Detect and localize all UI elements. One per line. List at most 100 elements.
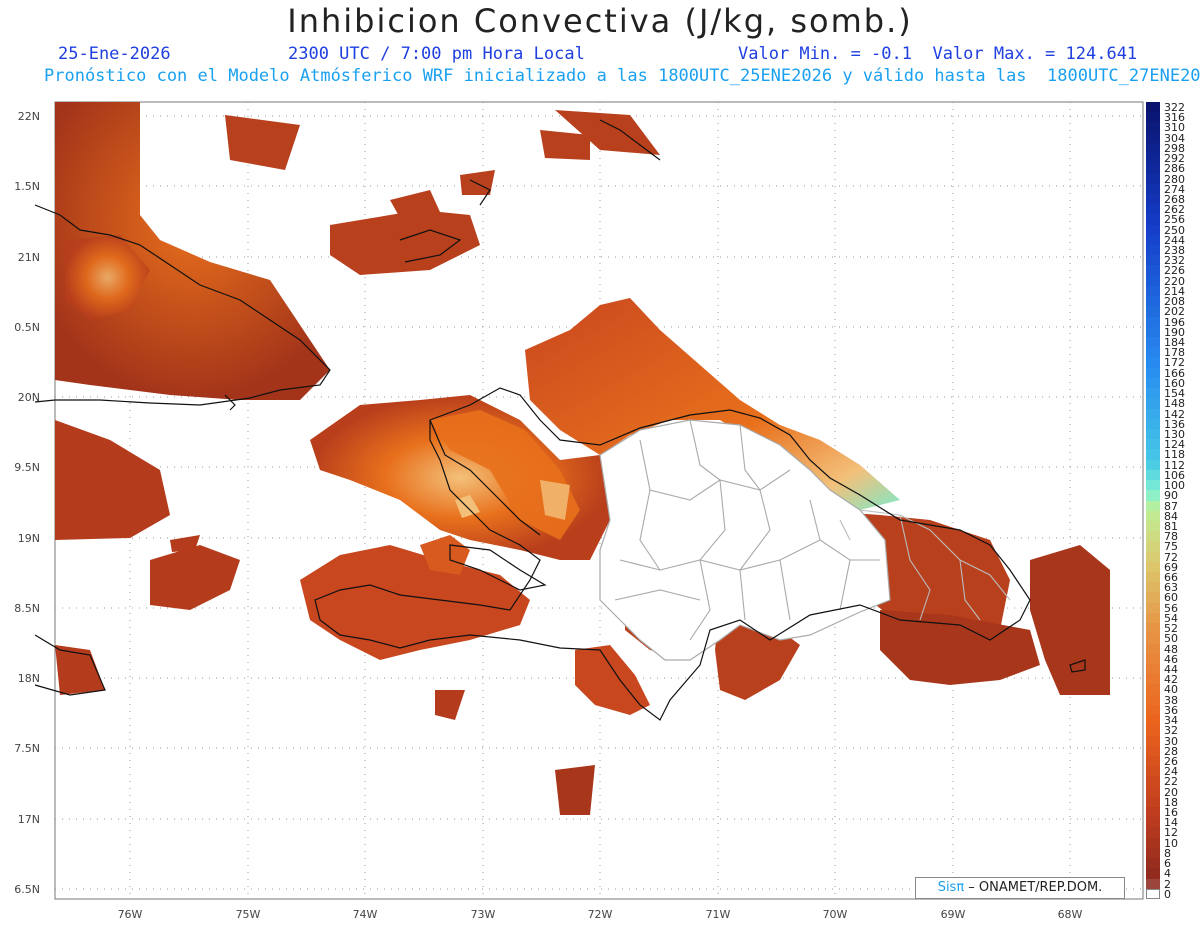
lon-label: 71W <box>705 908 731 921</box>
lat-label: 7.5N <box>14 742 40 755</box>
colorbar-swatch <box>1146 878 1160 890</box>
colorbar-swatch <box>1146 725 1160 736</box>
colorbar-swatch <box>1146 214 1160 226</box>
colorbar-swatch <box>1146 132 1160 144</box>
lat-label: 8.5N <box>14 602 40 615</box>
colorbar-swatch <box>1146 602 1160 614</box>
colorbar-swatch <box>1146 888 1160 900</box>
colorbar-swatch <box>1146 337 1160 348</box>
colorbar-swatch <box>1146 296 1160 307</box>
colorbar-swatch <box>1146 388 1160 399</box>
colorbar-swatch <box>1146 623 1160 634</box>
colorbar-swatch <box>1146 572 1160 583</box>
colorbar-swatch <box>1146 561 1160 573</box>
colorbar-swatch <box>1146 612 1160 624</box>
colorbar-swatch <box>1146 357 1160 369</box>
colorbar-swatch <box>1146 786 1160 798</box>
lon-label: 70W <box>822 908 848 921</box>
lon-label: 68W <box>1057 908 1083 921</box>
colorbar-swatch <box>1146 193 1160 205</box>
colorbar-swatch <box>1146 827 1160 839</box>
colorbar-swatch <box>1146 122 1160 134</box>
colorbar-swatch <box>1146 694 1160 706</box>
colorbar-swatch <box>1146 735 1160 747</box>
colorbar-swatch <box>1146 173 1160 185</box>
colorbar-swatch <box>1146 674 1160 685</box>
lat-label: 1.5N <box>14 180 40 193</box>
credit-brand: Sisπ <box>937 880 965 895</box>
colorbar-swatch <box>1146 500 1160 512</box>
lon-label: 75W <box>235 908 261 921</box>
colorbar-swatch <box>1146 592 1160 604</box>
colorbar-swatch <box>1146 449 1160 461</box>
colorbar-swatch <box>1146 204 1160 215</box>
colorbar-swatch <box>1146 704 1160 716</box>
colorbar-label: 0 <box>1164 887 1171 901</box>
colorbar-swatch <box>1146 377 1160 389</box>
colorbar-swatch <box>1146 265 1160 277</box>
colorbar-swatch <box>1146 245 1160 256</box>
lat-label: 6.5N <box>14 883 40 896</box>
colorbar-swatch <box>1146 837 1160 849</box>
lon-label: 74W <box>352 908 378 921</box>
cin-field <box>55 102 1110 815</box>
lat-label: 17N <box>17 813 40 826</box>
lon-label: 72W <box>587 908 613 921</box>
colorbar-swatch <box>1146 183 1160 195</box>
lon-label: 73W <box>470 908 496 921</box>
lat-label: 21N <box>17 251 40 264</box>
colorbar-swatch <box>1146 439 1160 450</box>
colorbar-swatch <box>1146 520 1160 532</box>
colorbar-swatch <box>1146 551 1160 563</box>
colorbar-swatch <box>1146 510 1160 522</box>
colorbar-swatch <box>1146 255 1160 266</box>
lat-label: 9.5N <box>14 461 40 474</box>
colorbar-swatch <box>1146 153 1160 164</box>
colorbar-swatch <box>1146 285 1160 297</box>
colorbar-swatch <box>1146 817 1160 828</box>
colorbar-swatch <box>1146 142 1160 154</box>
colorbar-swatch <box>1146 459 1160 471</box>
colorbar-swatch <box>1146 367 1160 379</box>
colorbar-swatch <box>1146 224 1160 236</box>
colorbar-swatch <box>1146 316 1160 328</box>
colorbar-swatch <box>1146 653 1160 665</box>
lon-label: 69W <box>940 908 966 921</box>
map-canvas <box>34 101 1144 900</box>
colorbar-swatch <box>1146 582 1160 593</box>
colorbar-swatch <box>1146 796 1160 808</box>
colorbar-swatch <box>1146 858 1160 869</box>
colorbar-swatch <box>1146 776 1160 788</box>
colorbar-swatch <box>1146 755 1160 767</box>
colorbar-swatch <box>1146 766 1160 777</box>
colorbar-swatch <box>1146 112 1160 123</box>
colorbar-swatch <box>1146 663 1160 675</box>
colorbar-swatch <box>1146 480 1160 491</box>
credit-text: – ONAMET/REP.DOM. <box>964 880 1103 895</box>
lat-label: 0.5N <box>14 321 40 334</box>
colorbar <box>1146 102 1160 900</box>
colorbar-swatch <box>1146 745 1160 757</box>
colorbar-swatch <box>1146 275 1160 287</box>
lat-label: 22N <box>17 110 40 123</box>
credit-box: Sisπ – ONAMET/REP.DOM. <box>915 877 1125 899</box>
colorbar-swatch <box>1146 633 1160 645</box>
colorbar-swatch <box>1146 541 1160 553</box>
colorbar-swatch <box>1146 531 1160 542</box>
colorbar-swatch <box>1146 234 1160 246</box>
lat-label: 18N <box>17 672 40 685</box>
colorbar-swatch <box>1146 715 1160 726</box>
colorbar-swatch <box>1146 469 1160 481</box>
colorbar-swatch <box>1146 643 1160 655</box>
colorbar-swatch <box>1146 326 1160 338</box>
colorbar-swatch <box>1146 398 1160 410</box>
colorbar-swatch <box>1146 684 1160 696</box>
colorbar-swatch <box>1146 347 1160 358</box>
colorbar-swatch <box>1146 102 1160 113</box>
colorbar-swatch <box>1146 490 1160 501</box>
lon-label: 76W <box>117 908 143 921</box>
colorbar-swatch <box>1146 847 1160 859</box>
colorbar-swatch <box>1146 868 1160 880</box>
colorbar-swatch <box>1146 807 1160 818</box>
colorbar-swatch <box>1146 163 1160 174</box>
